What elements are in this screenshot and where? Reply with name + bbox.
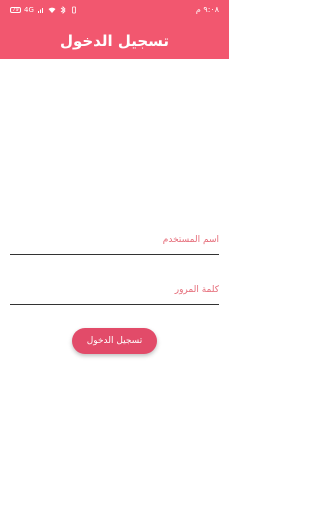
password-field[interactable]: [10, 275, 223, 305]
login-button[interactable]: تسجيل الدخول: [72, 328, 157, 354]
battery-level: 79: [12, 6, 19, 13]
network-type: 4G: [24, 6, 34, 14]
vibrate-icon: [70, 6, 78, 14]
status-time: ٩:٠٨ م: [195, 5, 219, 14]
bluetooth-icon: [59, 6, 67, 14]
wifi-icon: [48, 6, 56, 14]
signal-icon: [37, 6, 45, 14]
password-input[interactable]: [10, 275, 223, 304]
battery-icon: 79: [10, 7, 21, 13]
username-field[interactable]: [10, 225, 223, 255]
app-bar: 79 4G ٩:٠٨ م تسجيل الدخول: [0, 0, 229, 59]
status-icons: 79 4G: [10, 6, 78, 14]
status-bar: 79 4G ٩:٠٨ م: [0, 0, 229, 20]
username-input[interactable]: [10, 225, 223, 254]
page-title: تسجيل الدخول: [59, 32, 170, 50]
